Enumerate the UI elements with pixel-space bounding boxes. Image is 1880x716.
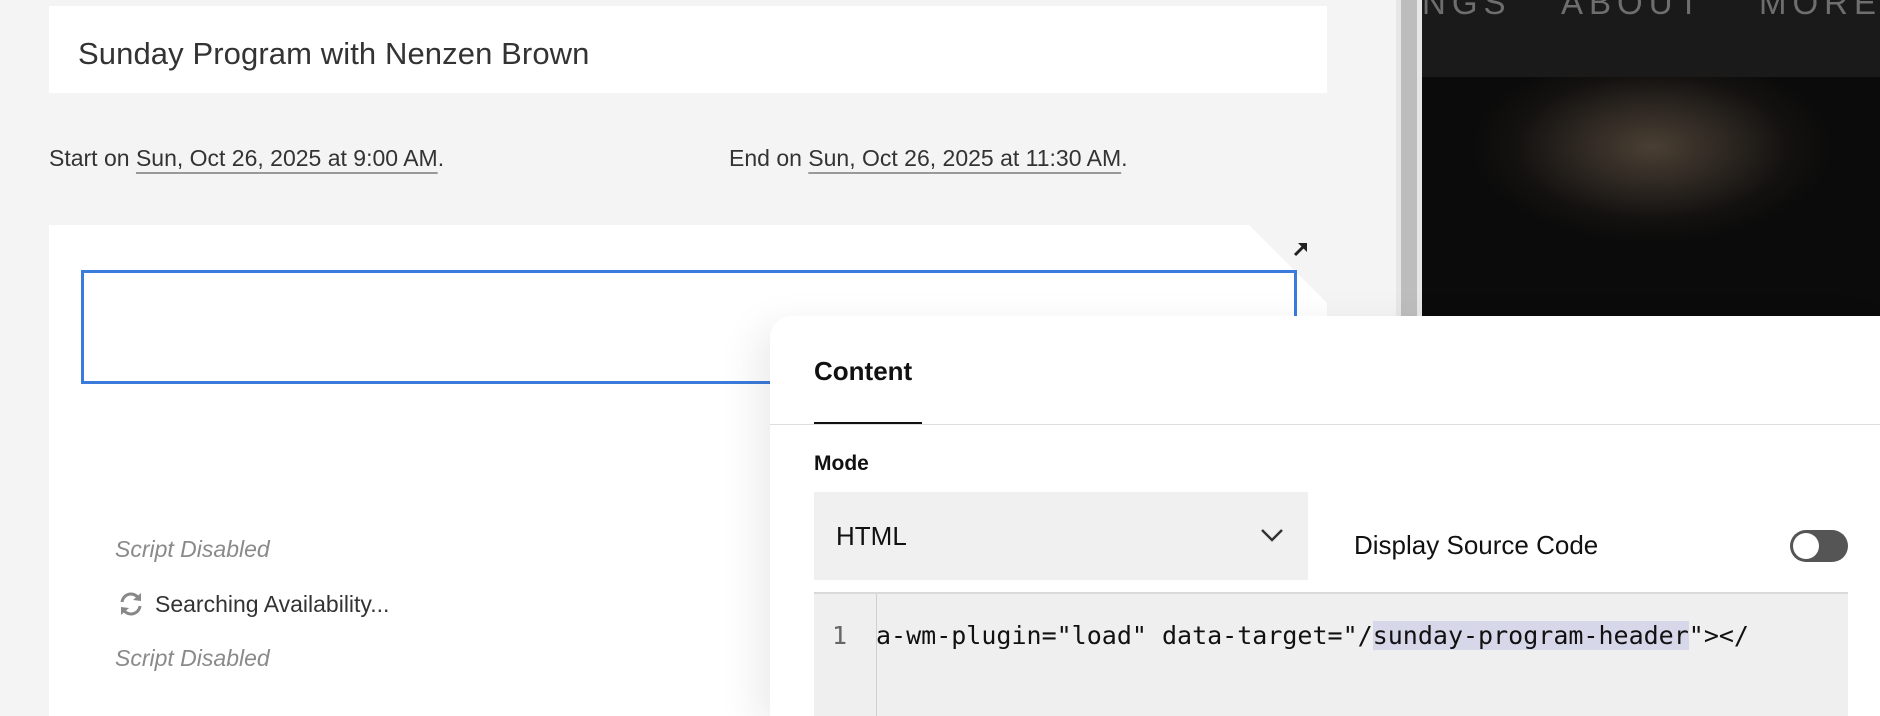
end-date-link[interactable]: Sun, Oct 26, 2025 at 11:30 AM (808, 145, 1121, 171)
tab-content[interactable]: Content (814, 356, 912, 387)
mode-selected-value: HTML (836, 521, 907, 551)
preview-nav: NGS ABOUT MORE (1422, 0, 1880, 77)
nav-item-more[interactable]: MORE (1759, 0, 1880, 22)
display-source-code-label: Display Source Code (1354, 530, 1599, 560)
chevron-down-icon (1261, 529, 1283, 542)
mode-label: Mode (814, 452, 869, 475)
nav-item-about[interactable]: ABOUT (1561, 0, 1705, 22)
end-period: . (1121, 145, 1128, 171)
display-source-code-toggle[interactable] (1790, 530, 1848, 562)
searching-availability: Searching Availability... (115, 588, 389, 620)
preview-hero-image (1422, 77, 1880, 317)
event-title: Sunday Program with Nenzen Brown (78, 36, 590, 71)
code-text-after: "></ (1688, 621, 1749, 650)
script-disabled-text: Script Disabled (115, 536, 270, 562)
start-date-link[interactable]: Sun, Oct 26, 2025 at 9:00 AM (136, 145, 438, 171)
expand-arrow-icon[interactable] (1290, 238, 1312, 260)
mode-select[interactable]: HTML (814, 492, 1308, 580)
code-line[interactable]: a-wm-plugin="load" data-target="/sunday-… (876, 621, 1749, 650)
tab-divider (770, 424, 1880, 425)
searching-label: Searching Availability... (155, 590, 390, 617)
line-number: 1 (832, 621, 848, 650)
code-text-before: a-wm-plugin="load" data-target="/ (876, 621, 1373, 650)
event-title-field[interactable]: Sunday Program with Nenzen Brown (49, 6, 1327, 93)
content-settings-panel: Content Mode HTML Display Source Code 1 … (770, 316, 1880, 716)
end-prefix: End on (729, 145, 809, 171)
start-period: . (437, 145, 445, 171)
scrollbar-thumb[interactable] (1401, 0, 1417, 318)
start-date-line: Start on Sun, Oct 26, 2025 at 9:00 AM. (49, 145, 444, 172)
gutter-divider (876, 594, 877, 716)
start-prefix: Start on (49, 145, 136, 171)
end-date-line: End on Sun, Oct 26, 2025 at 11:30 AM. (729, 145, 1128, 172)
script-disabled-text: Script Disabled (115, 645, 270, 671)
nav-item-partial[interactable]: NGS (1422, 0, 1512, 22)
code-text-highlight: sunday-program-header (1372, 621, 1689, 650)
toggle-knob (1793, 533, 1819, 559)
code-editor[interactable]: 1 a-wm-plugin="load" data-target="/sunda… (814, 592, 1848, 716)
refresh-icon (120, 592, 142, 616)
